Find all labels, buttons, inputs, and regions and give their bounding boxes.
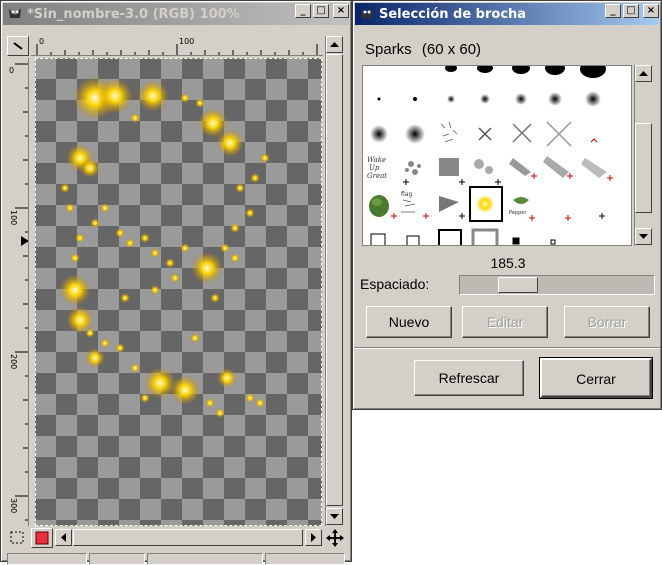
image-window-title: *Sin_nombre-3.0 (RGB) 100%	[27, 6, 240, 22]
ruler-left-label-300: 300	[9, 498, 18, 514]
arrow-right-icon	[311, 533, 316, 542]
scroll-down-button[interactable]	[326, 508, 343, 525]
brush-grid-scrollbar[interactable]	[634, 65, 652, 246]
dialog-separator	[354, 347, 660, 349]
brush-row-0	[445, 66, 606, 78]
menu-arrow-icon	[13, 42, 23, 50]
horizontal-scrollbar[interactable]	[55, 529, 323, 547]
brush-dialog-controls: _ □ ×	[605, 4, 659, 18]
brush-scroll-down-button[interactable]	[635, 228, 652, 245]
brush-name-label: Sparks (60 x 60)	[365, 41, 481, 58]
ruler-left[interactable]: 0 100 200 300	[7, 58, 29, 526]
quickmask-button[interactable]	[31, 528, 53, 548]
spacing-value: 185.3	[490, 255, 526, 271]
layer-boundary	[35, 58, 322, 526]
svg-text:Up: Up	[369, 164, 380, 172]
quickmask-icon	[35, 531, 49, 545]
brush-name: Sparks	[365, 41, 412, 58]
brush-scroll-up-button[interactable]	[635, 65, 652, 82]
ruler-left-ticks	[15, 63, 28, 521]
ruler-top-ticks	[36, 44, 318, 55]
ruler-top-label-100: 100	[179, 37, 195, 46]
status-cancel[interactable]	[265, 553, 345, 565]
ruler-top-label-0: 0	[39, 37, 45, 46]
spacing-slider[interactable]	[459, 275, 655, 295]
navigate-button[interactable]	[325, 528, 345, 548]
svg-text:Great: Great	[367, 172, 387, 180]
vertical-scrollbar[interactable]	[325, 36, 343, 526]
new-brush-button[interactable]: Nuevo	[366, 306, 452, 338]
image-window-controls: _ □ ×	[295, 4, 349, 18]
brush-row-3: Wake Up Great	[367, 156, 613, 185]
ruler-left-label-100: 100	[9, 210, 18, 226]
refresh-button[interactable]: Refrescar	[414, 360, 524, 396]
maximize-button[interactable]: □	[623, 4, 639, 18]
status-message	[147, 553, 263, 565]
status-coords	[7, 553, 87, 565]
quickmask-toggle[interactable]	[7, 528, 29, 548]
ruler-left-label-0: 0	[9, 66, 15, 75]
edit-brush-button[interactable]: Editar	[462, 306, 548, 338]
svg-text:Pepper: Pepper	[509, 210, 527, 216]
brush-row-2	[370, 121, 598, 147]
brush-row-5	[370, 228, 556, 245]
scroll-right-button[interactable]	[305, 529, 322, 546]
brush-size: (60 x 60)	[421, 41, 482, 58]
image-window: *Sin_nombre-3.0 (RGB) 100% _ □ × 0 100 0…	[0, 0, 352, 565]
selected-brush-sparks[interactable]	[469, 186, 503, 222]
arrow-up-icon	[639, 71, 648, 76]
dashed-rect-icon	[10, 531, 24, 544]
brush-dialog-title: Selección de brocha	[379, 6, 527, 22]
svg-text:flag: flag	[401, 191, 412, 198]
close-button[interactable]: ×	[333, 4, 349, 18]
maximize-button[interactable]: □	[313, 4, 329, 18]
arrow-up-icon	[330, 42, 339, 47]
status-units[interactable]	[89, 553, 145, 565]
arrow-down-icon	[639, 234, 648, 239]
arrow-left-icon	[61, 533, 66, 542]
scroll-thumb[interactable]	[326, 54, 343, 506]
minimize-button[interactable]: _	[605, 4, 621, 18]
spacing-label: Espaciado:	[360, 276, 430, 292]
scroll-up-button[interactable]	[326, 36, 343, 53]
spacing-slider-thumb[interactable]	[498, 277, 538, 293]
arrow-down-icon	[330, 514, 339, 519]
scroll-left-button[interactable]	[55, 529, 72, 546]
navigate-cross-icon	[326, 529, 344, 547]
minimize-button[interactable]: _	[295, 4, 311, 18]
close-dialog-button[interactable]: Cerrar	[539, 357, 653, 399]
delete-brush-button[interactable]: Borrar	[564, 306, 650, 338]
brush-grid[interactable]: Wake Up Great flag Pepper	[362, 65, 632, 246]
gimp-icon	[361, 8, 373, 18]
close-button[interactable]: ×	[643, 4, 659, 18]
svg-text:Wake: Wake	[367, 156, 386, 164]
gimp-icon	[9, 8, 21, 18]
image-menu-button[interactable]	[7, 36, 29, 56]
brush-row-1	[377, 91, 601, 107]
brush-scroll-thumb[interactable]	[635, 123, 652, 213]
ruler-left-label-200: 200	[9, 354, 18, 370]
hscroll-thumb[interactable]	[73, 529, 303, 546]
ruler-top[interactable]: 0 100	[31, 36, 323, 56]
